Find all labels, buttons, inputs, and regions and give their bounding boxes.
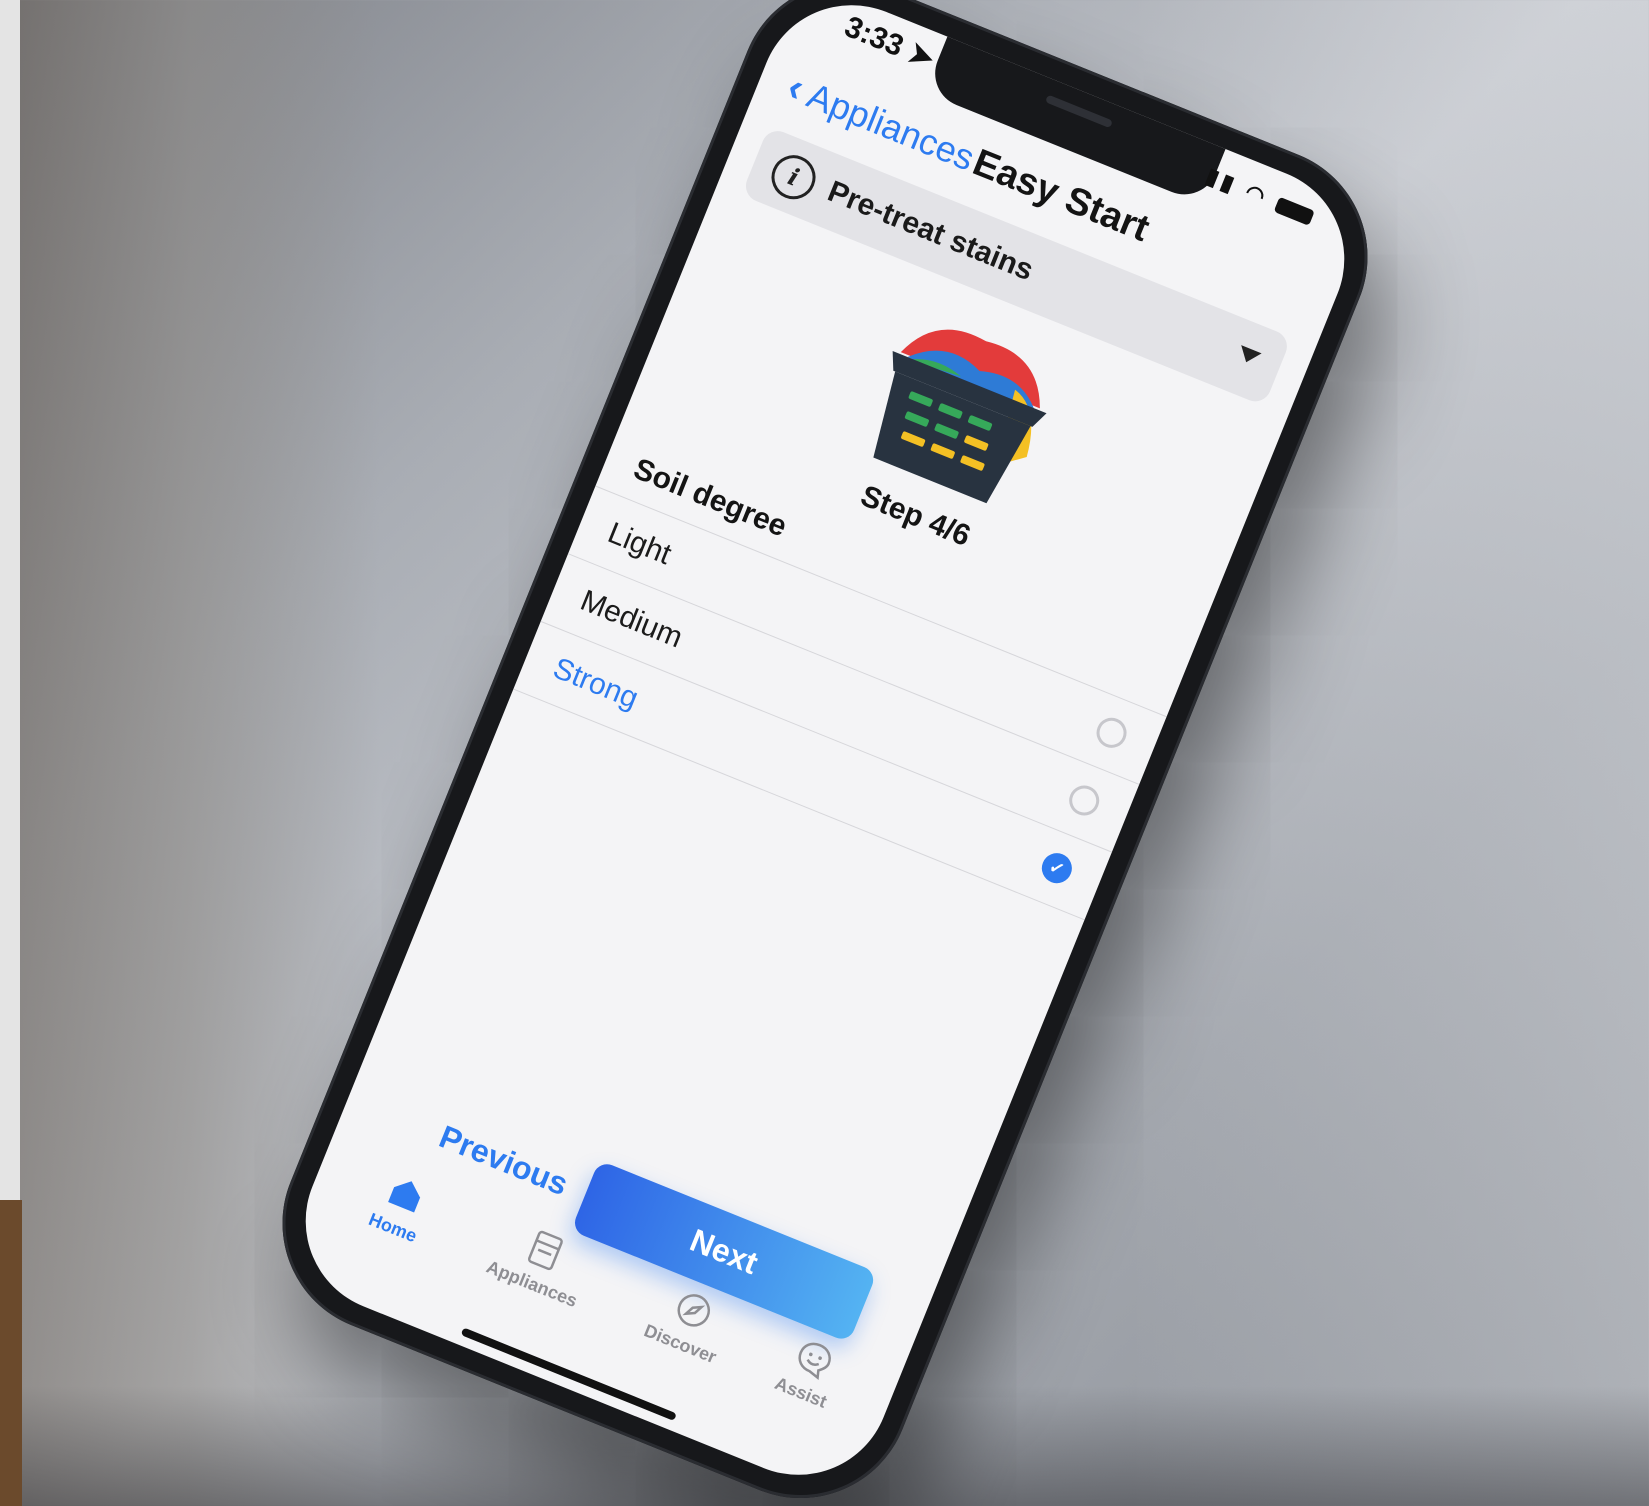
status-time-text: 3:33: [840, 10, 909, 64]
tab-assist[interactable]: Assist: [732, 1314, 887, 1429]
status-time: 3:33 ➤: [840, 9, 940, 76]
tab-home[interactable]: Home: [324, 1149, 479, 1264]
option-label: Light: [603, 516, 676, 572]
smiley-chat-icon: [798, 1342, 831, 1381]
chevron-down-icon: [1235, 345, 1262, 367]
battery-icon: [1273, 196, 1315, 226]
radio-selected-icon[interactable]: ✓: [1037, 848, 1077, 888]
speaker-grille: [1045, 94, 1113, 129]
radio-icon[interactable]: ✓: [1092, 713, 1132, 753]
background-wood-edge: [0, 1200, 22, 1506]
radio-icon[interactable]: ✓: [1064, 780, 1104, 821]
info-circle-icon: i: [764, 148, 823, 206]
compass-icon: [677, 1294, 711, 1327]
wifi-icon: ◠: [1241, 178, 1273, 211]
location-arrow-icon: ➤: [903, 35, 940, 76]
signal-icon: ▮▮: [1202, 162, 1242, 199]
home-icon: [388, 1181, 421, 1213]
appliance-icon: [527, 1230, 563, 1271]
option-label: Strong: [548, 651, 643, 716]
checkmark-icon: ✓: [1046, 856, 1068, 881]
soil-degree-options: Light ✓ Medium ✓ Strong ✓: [513, 485, 1167, 921]
status-icons: ▮▮ ◠: [1202, 163, 1317, 230]
